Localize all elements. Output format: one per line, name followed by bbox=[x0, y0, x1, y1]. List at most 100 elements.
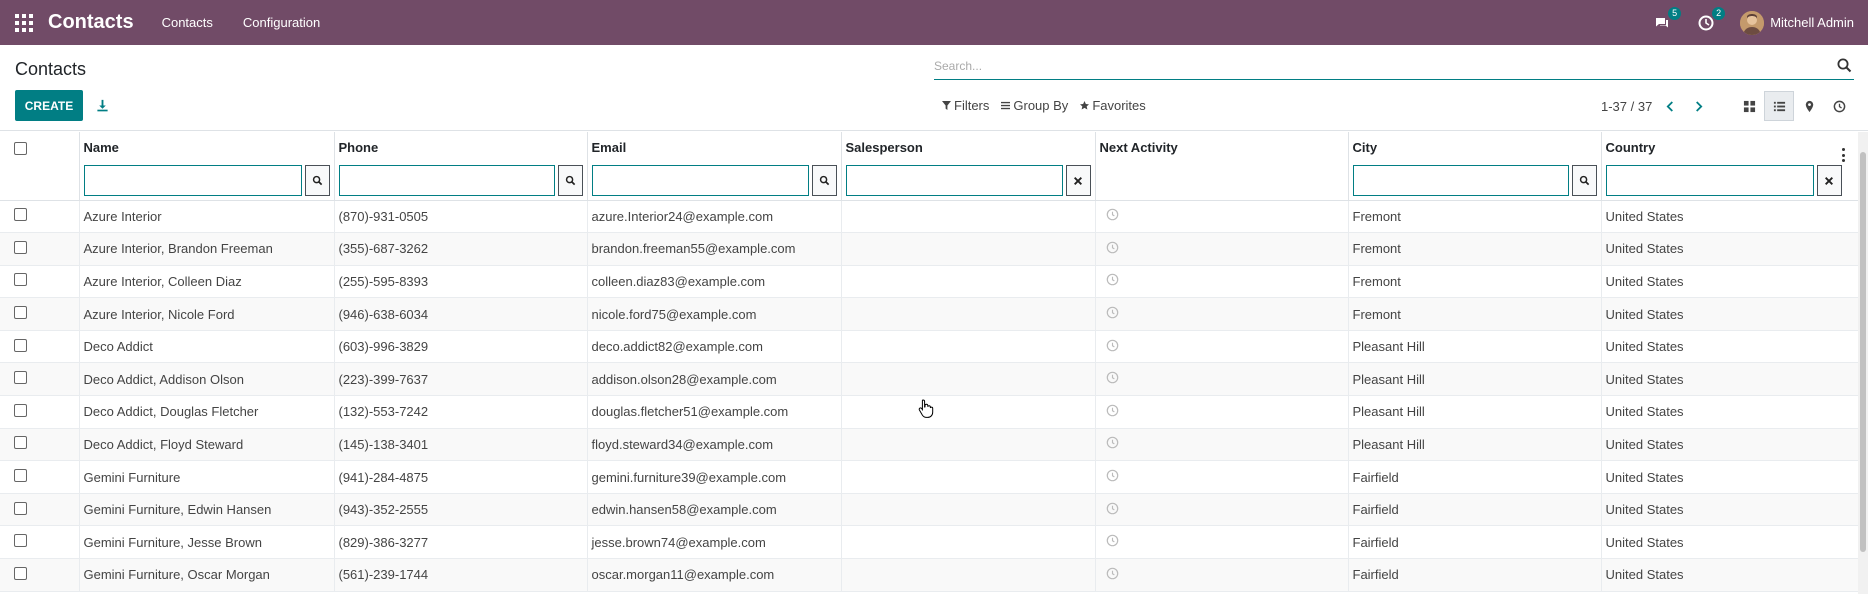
cell-country[interactable]: United States bbox=[1601, 525, 1868, 560]
city-filter-search-button[interactable] bbox=[1571, 165, 1597, 196]
create-button[interactable]: CREATE bbox=[15, 90, 83, 121]
cell-city[interactable]: Fairfield bbox=[1348, 460, 1602, 494]
activity-clock-icon[interactable] bbox=[1106, 436, 1119, 449]
row-checkbox[interactable] bbox=[14, 338, 27, 352]
cell-email[interactable]: brandon.freeman55@example.com bbox=[587, 232, 842, 266]
cell-salesperson[interactable] bbox=[841, 460, 1096, 494]
cell-country[interactable]: United States bbox=[1601, 460, 1868, 494]
messages-icon[interactable]: 5 bbox=[1652, 6, 1682, 33]
kanban-view-button[interactable] bbox=[1734, 91, 1764, 121]
cell-next-activity[interactable] bbox=[1095, 558, 1349, 592]
activity-clock-icon[interactable] bbox=[1106, 339, 1119, 352]
cell-country[interactable]: United States bbox=[1601, 330, 1868, 364]
groupby-dropdown[interactable]: Group By bbox=[1001, 98, 1068, 113]
column-email-header[interactable]: Email bbox=[587, 132, 842, 201]
row-checkbox[interactable] bbox=[14, 436, 27, 450]
salesperson-filter-input[interactable] bbox=[845, 165, 1063, 196]
cell-name[interactable]: Gemini Furniture, Oscar Morgan bbox=[79, 558, 335, 592]
cell-email[interactable]: gemini.furniture39@example.com bbox=[587, 460, 842, 494]
email-filter-search-button[interactable] bbox=[811, 165, 837, 196]
activity-clock-icon[interactable] bbox=[1106, 404, 1119, 417]
cell-city[interactable]: Pleasant Hill bbox=[1348, 428, 1602, 462]
cell-phone[interactable]: (870)-931-0505 bbox=[334, 200, 588, 234]
cell-phone[interactable]: (829)-386-3277 bbox=[334, 525, 588, 560]
activity-clock-icon[interactable] bbox=[1106, 306, 1119, 319]
export-download-icon[interactable] bbox=[92, 95, 112, 115]
cell-email[interactable]: nicole.ford75@example.com bbox=[587, 297, 842, 331]
column-phone-header[interactable]: Phone bbox=[334, 132, 588, 201]
cell-phone[interactable]: (255)-595-8393 bbox=[334, 265, 588, 299]
favorites-dropdown[interactable]: Favorites bbox=[1080, 98, 1146, 113]
cell-name[interactable]: Azure Interior, Brandon Freeman bbox=[79, 232, 335, 266]
activity-clock-icon[interactable] bbox=[1106, 371, 1119, 384]
city-filter-input[interactable] bbox=[1352, 165, 1569, 196]
cell-phone[interactable]: (603)-996-3829 bbox=[334, 330, 588, 364]
activity-clock-icon[interactable] bbox=[1106, 534, 1119, 547]
salesperson-filter-clear-button[interactable] bbox=[1065, 165, 1091, 196]
cell-country[interactable]: United States bbox=[1601, 265, 1868, 299]
cell-next-activity[interactable] bbox=[1095, 297, 1349, 331]
cell-next-activity[interactable] bbox=[1095, 460, 1349, 494]
cell-phone[interactable]: (946)-638-6034 bbox=[334, 297, 588, 331]
user-avatar[interactable] bbox=[1740, 10, 1765, 35]
cell-name[interactable]: Deco Addict, Floyd Steward bbox=[79, 428, 335, 462]
cell-next-activity[interactable] bbox=[1095, 493, 1349, 527]
cell-city[interactable]: Pleasant Hill bbox=[1348, 330, 1602, 364]
cell-phone[interactable]: (943)-352-2555 bbox=[334, 493, 588, 527]
country-filter-input[interactable] bbox=[1605, 165, 1814, 196]
cell-email[interactable]: colleen.diaz83@example.com bbox=[587, 265, 842, 299]
table-row[interactable]: Deco Addict, Addison Olson (223)-399-7637… bbox=[0, 362, 1868, 397]
cell-country[interactable]: United States bbox=[1601, 558, 1868, 592]
cell-salesperson[interactable] bbox=[841, 493, 1096, 527]
vertical-scrollbar[interactable] bbox=[1858, 132, 1868, 594]
search-icon[interactable] bbox=[1836, 57, 1854, 75]
cell-email[interactable]: azure.Interior24@example.com bbox=[587, 200, 842, 234]
cell-email[interactable]: douglas.fletcher51@example.com bbox=[587, 395, 842, 429]
cell-salesperson[interactable] bbox=[841, 265, 1096, 299]
cell-name[interactable]: Azure Interior bbox=[79, 200, 335, 234]
table-row[interactable]: Azure Interior (870)-931-0505 azure.Interi… bbox=[0, 200, 1868, 234]
cell-salesperson[interactable] bbox=[841, 558, 1096, 592]
cell-phone[interactable]: (223)-399-7637 bbox=[334, 362, 588, 397]
activity-clock-icon[interactable] bbox=[1106, 469, 1119, 482]
cell-email[interactable]: oscar.morgan11@example.com bbox=[587, 558, 842, 592]
cell-name[interactable]: Gemini Furniture, Jesse Brown bbox=[79, 525, 335, 560]
activity-clock-icon[interactable] bbox=[1106, 273, 1119, 286]
pager-previous-button[interactable] bbox=[1660, 97, 1680, 115]
table-row[interactable]: Azure Interior, Nicole Ford (946)-638-603… bbox=[0, 297, 1868, 331]
cell-next-activity[interactable] bbox=[1095, 330, 1349, 364]
name-filter-input[interactable] bbox=[83, 165, 302, 196]
cell-country[interactable]: United States bbox=[1601, 232, 1868, 266]
cell-name[interactable]: Gemini Furniture bbox=[79, 460, 335, 494]
cell-salesperson[interactable] bbox=[841, 200, 1096, 234]
cell-next-activity[interactable] bbox=[1095, 265, 1349, 299]
activity-clock-icon[interactable] bbox=[1106, 208, 1119, 221]
row-checkbox[interactable] bbox=[14, 566, 27, 580]
cell-salesperson[interactable] bbox=[841, 395, 1096, 429]
cell-city[interactable]: Fremont bbox=[1348, 265, 1602, 299]
map-view-button[interactable] bbox=[1794, 91, 1824, 121]
cell-salesperson[interactable] bbox=[841, 297, 1096, 331]
user-name[interactable]: Mitchell Admin bbox=[1770, 15, 1854, 30]
cell-next-activity[interactable] bbox=[1095, 232, 1349, 266]
cell-email[interactable]: addison.olson28@example.com bbox=[587, 362, 842, 397]
table-row[interactable]: Gemini Furniture, Oscar Morgan (561)-239-… bbox=[0, 558, 1868, 592]
cell-name[interactable]: Gemini Furniture, Edwin Hansen bbox=[79, 493, 335, 527]
row-checkbox[interactable] bbox=[14, 306, 27, 320]
row-checkbox[interactable] bbox=[14, 501, 27, 515]
cell-city[interactable]: Pleasant Hill bbox=[1348, 395, 1602, 429]
row-checkbox[interactable] bbox=[14, 371, 27, 385]
column-country-header[interactable]: Country bbox=[1601, 132, 1868, 201]
table-row[interactable]: Deco Addict (603)-996-3829 deco.addict82@e… bbox=[0, 330, 1868, 364]
row-checkbox[interactable] bbox=[14, 273, 27, 287]
table-row[interactable]: Azure Interior, Brandon Freeman (355)-687… bbox=[0, 232, 1868, 266]
column-city-header[interactable]: City bbox=[1348, 132, 1602, 201]
column-name-header[interactable]: Name bbox=[79, 132, 335, 201]
cell-city[interactable]: Fremont bbox=[1348, 200, 1602, 234]
cell-next-activity[interactable] bbox=[1095, 525, 1349, 560]
cell-salesperson[interactable] bbox=[841, 232, 1096, 266]
optional-columns-kebab-icon[interactable] bbox=[1842, 148, 1848, 162]
cell-country[interactable]: United States bbox=[1601, 395, 1868, 429]
table-row[interactable]: Azure Interior, Colleen Diaz (255)-595-83… bbox=[0, 265, 1868, 299]
row-checkbox[interactable] bbox=[14, 208, 27, 222]
